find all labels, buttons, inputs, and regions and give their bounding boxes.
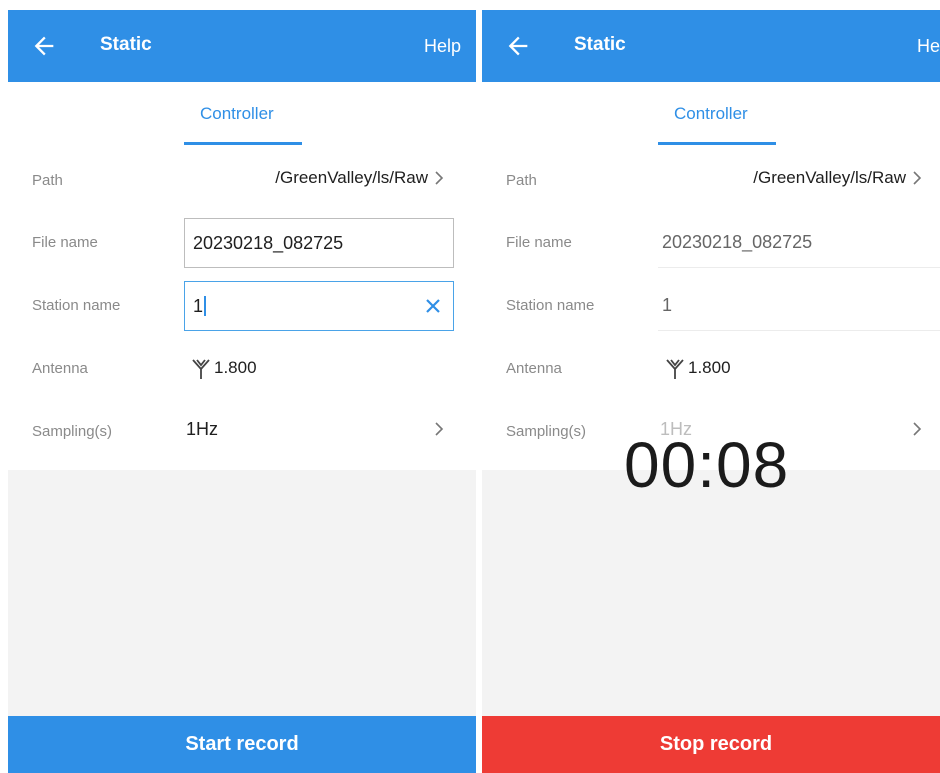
tab-bar: Controller <box>482 82 940 152</box>
path-value: /GreenValley/ls/Raw <box>275 168 428 187</box>
file-name-label: File name <box>32 234 98 251</box>
file-name-row: File name 20230218_082725 <box>482 214 940 274</box>
path-row[interactable]: Path /GreenValley/ls/Raw <box>8 152 476 212</box>
static-screen-right: Static Help Controller Path /GreenValley… <box>482 0 940 773</box>
empty-area <box>482 470 940 716</box>
antenna-row[interactable]: Antenna 1.800 <box>8 340 476 400</box>
text-caret <box>204 296 207 316</box>
tab-controller[interactable]: Controller <box>674 104 748 124</box>
file-name-value: 20230218_082725 <box>662 232 813 252</box>
file-name-label: File name <box>506 234 572 251</box>
help-button[interactable]: Help <box>424 36 461 57</box>
station-name-text: 1 <box>193 296 207 317</box>
station-name-value: 1 <box>662 295 673 315</box>
sampling-label: Sampling(s) <box>506 423 587 440</box>
tab-indicator <box>184 142 302 145</box>
antenna-row: Antenna 1.800 <box>482 340 940 400</box>
antenna-icon <box>192 359 210 379</box>
page-title: Static <box>574 34 626 55</box>
tab-bar: Controller <box>8 82 476 152</box>
stop-record-button[interactable]: Stop record <box>482 716 940 773</box>
antenna-label: Antenna <box>506 360 562 377</box>
chevron-right-icon <box>913 422 922 436</box>
back-arrow-icon[interactable] <box>504 32 532 60</box>
chevron-right-icon <box>435 171 444 185</box>
chevron-right-icon <box>913 171 922 185</box>
station-name-field: 1 <box>658 281 940 331</box>
static-screen-left: Static Help Controller Path /GreenValley… <box>8 0 476 773</box>
file-name-field: 20230218_082725 <box>658 218 940 268</box>
path-row[interactable]: Path /GreenValley/ls/Raw <box>482 152 940 212</box>
sampling-row[interactable]: Sampling(s) 1Hz <box>8 403 476 463</box>
file-name-field[interactable]: 20230218_082725 <box>184 218 454 268</box>
help-button[interactable]: Help <box>917 36 940 57</box>
station-name-value: 1 <box>193 296 204 316</box>
station-name-row: Station name 1 <box>8 277 476 337</box>
antenna-label: Antenna <box>32 360 88 377</box>
back-arrow-icon[interactable] <box>30 32 58 60</box>
sampling-value: 1Hz <box>186 419 219 439</box>
path-value: /GreenValley/ls/Raw <box>753 168 906 187</box>
path-label: Path <box>32 172 63 189</box>
tab-indicator <box>658 142 776 145</box>
antenna-value: 1.800 <box>688 358 731 377</box>
sampling-label: Sampling(s) <box>32 423 113 440</box>
chevron-right-icon <box>435 422 444 436</box>
app-bar: Static Help <box>8 10 476 82</box>
page-title: Static <box>100 34 152 55</box>
clear-x-icon[interactable] <box>423 296 443 316</box>
antenna-value: 1.800 <box>214 358 257 377</box>
station-name-row: Station name 1 <box>482 277 940 337</box>
tab-controller[interactable]: Controller <box>200 104 274 124</box>
empty-area <box>8 470 476 716</box>
app-bar: Static Help <box>482 10 940 82</box>
file-name-row: File name 20230218_082725 <box>8 214 476 274</box>
station-name-field[interactable]: 1 <box>184 281 454 331</box>
antenna-icon <box>666 359 684 379</box>
recording-timer: 00:08 <box>624 429 790 501</box>
path-label: Path <box>506 172 537 189</box>
station-name-label: Station name <box>32 297 121 314</box>
start-record-button[interactable]: Start record <box>8 716 476 773</box>
station-name-label: Station name <box>506 297 595 314</box>
file-name-value: 20230218_082725 <box>193 233 344 253</box>
